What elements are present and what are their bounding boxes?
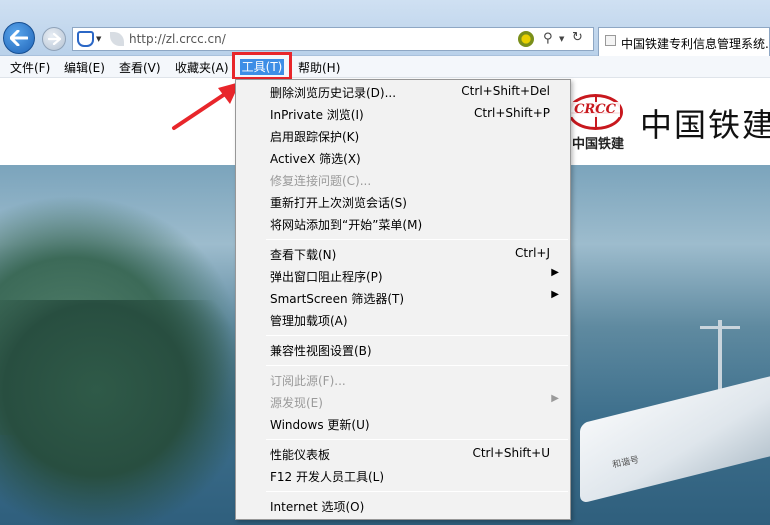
menu-item-performance-dashboard[interactable]: 性能仪表板 Ctrl+Shift+U [236, 443, 570, 465]
shield-icon[interactable] [77, 31, 94, 47]
menu-item-label: 删除浏览历史记录(D)... [270, 86, 397, 100]
menu-item-label: F12 开发人员工具(L) [270, 470, 385, 484]
menu-item-shortcut: Ctrl+Shift+Del [461, 84, 550, 98]
logo-text: CRCC [570, 102, 620, 117]
tab-title: 中国铁建专利信息管理系统... [621, 37, 770, 51]
menu-item-label: 启用跟踪保护(K) [270, 130, 360, 144]
chevron-down-icon[interactable]: ▼ [96, 35, 101, 43]
menu-item-view-downloads[interactable]: 查看下载(N) Ctrl+J [236, 243, 570, 265]
site-title: 中国铁建 [640, 106, 770, 144]
menu-item-label: 查看下载(N) [270, 248, 337, 262]
search-icon[interactable]: ⚲ [543, 31, 553, 46]
menu-item-shortcut: Ctrl+Shift+U [472, 446, 550, 460]
menu-item-label: 源发现(E) [270, 396, 323, 410]
chevron-right-icon: ▶ [551, 267, 559, 278]
chevron-right-icon: ▶ [551, 393, 559, 404]
menu-item-subscribe-feed: 订阅此源(F)... [236, 369, 570, 391]
menu-item-manage-addons[interactable]: 管理加载项(A) [236, 309, 570, 331]
menu-item-label: 兼容性视图设置(B) [270, 344, 372, 358]
menu-help[interactable]: 帮助(H) [298, 59, 340, 76]
forward-button[interactable] [42, 27, 66, 51]
menu-item-activex-filter[interactable]: ActiveX 筛选(X) [236, 147, 570, 169]
page-icon [110, 32, 124, 46]
menu-bar: 文件(F) 编辑(E) 查看(V) 收藏夹(A) 帮助(H) [0, 56, 770, 78]
menu-item-label: 修复连接问题(C)... [270, 174, 372, 188]
menu-favorites[interactable]: 收藏夹(A) [175, 59, 229, 76]
chevron-right-icon: ▶ [551, 289, 559, 300]
menu-item-label: Internet 选项(O) [270, 500, 365, 514]
menu-item-delete-history[interactable]: 删除浏览历史记录(D)... Ctrl+Shift+Del [236, 81, 570, 103]
menu-separator [266, 365, 568, 366]
favicon-icon [605, 35, 616, 46]
menu-item-label: 将网站添加到“开始”菜单(M) [270, 218, 423, 232]
chevron-down-icon[interactable]: ▼ [559, 35, 564, 43]
menu-item-feed-discovery: 源发现(E) ▶ [236, 391, 570, 413]
arrow-left-icon [10, 30, 28, 46]
menu-item-label: 性能仪表板 [270, 448, 331, 462]
menu-item-label: 管理加载项(A) [270, 314, 348, 328]
menu-edit[interactable]: 编辑(E) [64, 59, 105, 76]
menu-item-tracking-protection[interactable]: 启用跟踪保护(K) [236, 125, 570, 147]
menu-separator [266, 335, 568, 336]
browser-tab[interactable]: 中国铁建专利信息管理系统... [598, 27, 770, 56]
back-button[interactable] [3, 22, 35, 54]
arrow-right-icon [47, 33, 61, 45]
menu-tools[interactable]: 工具(T) [240, 59, 284, 75]
refresh-icon[interactable]: ↻ [572, 30, 583, 45]
menu-item-f12-devtools[interactable]: F12 开发人员工具(L) [236, 465, 570, 487]
menu-item-shortcut: Ctrl+J [515, 246, 550, 260]
menu-item-reopen-session[interactable]: 重新打开上次浏览会话(S) [236, 191, 570, 213]
tools-dropdown-menu: 删除浏览历史记录(D)... Ctrl+Shift+Del InPrivate … [235, 79, 571, 520]
menu-separator [266, 239, 568, 240]
menu-item-popup-blocker[interactable]: 弹出窗口阻止程序(P) ▶ [236, 265, 570, 287]
menu-item-internet-options[interactable]: Internet 选项(O) [236, 495, 570, 517]
menu-item-shortcut: Ctrl+Shift+P [474, 106, 550, 120]
menu-item-label: SmartScreen 筛选器(T) [270, 292, 405, 306]
menu-file[interactable]: 文件(F) [10, 59, 50, 76]
catenary-arm [700, 326, 740, 329]
menu-item-windows-update[interactable]: Windows 更新(U) [236, 413, 570, 435]
url-text[interactable]: http://zl.crcc.cn/ [129, 32, 226, 46]
menu-item-label: 订阅此源(F)... [270, 374, 346, 388]
menu-view[interactable]: 查看(V) [119, 59, 161, 76]
menu-item-add-to-start[interactable]: 将网站添加到“开始”菜单(M) [236, 213, 570, 235]
menu-item-compat-view[interactable]: 兼容性视图设置(B) [236, 339, 570, 361]
banner-trees [0, 300, 240, 525]
menu-item-smartscreen[interactable]: SmartScreen 筛选器(T) ▶ [236, 287, 570, 309]
menu-item-inprivate[interactable]: InPrivate 浏览(I) Ctrl+Shift+P [236, 103, 570, 125]
menu-tools-highlight[interactable]: 工具(T) [232, 52, 292, 80]
menu-separator [266, 439, 568, 440]
menu-item-label: InPrivate 浏览(I) [270, 108, 364, 122]
menu-item-label: Windows 更新(U) [270, 418, 370, 432]
menu-item-label: ActiveX 筛选(X) [270, 152, 361, 166]
address-bar[interactable]: ▼ http://zl.crcc.cn/ ⚲ ▼ ↻ [72, 27, 594, 51]
menu-item-label: 重新打开上次浏览会话(S) [270, 196, 407, 210]
logo-subtitle: 中国铁建 [572, 137, 625, 152]
compatibility-view-icon[interactable] [518, 31, 534, 47]
menu-item-fix-connection: 修复连接问题(C)... [236, 169, 570, 191]
menu-separator [266, 491, 568, 492]
menu-item-label: 弹出窗口阻止程序(P) [270, 270, 383, 284]
